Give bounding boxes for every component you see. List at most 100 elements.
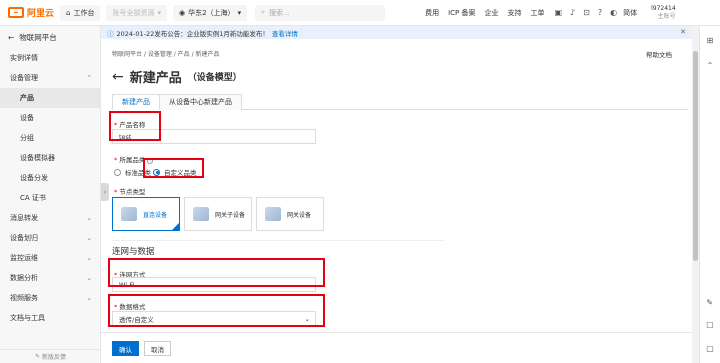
grid-icon[interactable]: ⊞ <box>707 36 714 45</box>
chevron-down-icon: ⌄ <box>86 214 92 222</box>
sidebar-item-label: 分组 <box>20 134 34 142</box>
cart-icon[interactable]: ⊡ <box>583 8 590 17</box>
sidebar-header[interactable]: ← 物联网平台 <box>0 26 100 48</box>
help-icon[interactable]: ? <box>598 8 602 17</box>
title-text: 新建产品 <box>129 71 182 86</box>
link-icp[interactable]: ICP 备案 <box>448 8 475 18</box>
workbench-button[interactable]: ⌂ 工作台 <box>60 4 101 21</box>
help-doc-link[interactable]: 帮助文档 <box>646 49 672 59</box>
top-icons: ▣ ♪ ⊡ ? ◐ <box>554 8 617 17</box>
chevron-down-icon: ⌄ <box>86 274 92 282</box>
chevron-up-icon: ⌃ <box>86 74 92 82</box>
chat-icon[interactable]: ▢ <box>706 344 714 353</box>
bell-icon[interactable]: ♪ <box>570 8 575 17</box>
sidebar-item-label: 消息转发 <box>10 214 38 222</box>
link-enterprise[interactable]: 企业 <box>484 8 498 18</box>
user-menu[interactable]: l972414 主账号 <box>651 5 676 21</box>
user-name: l972414 <box>651 4 676 12</box>
highlight-box-product-name <box>109 111 161 141</box>
node-type-gateway-child-label: 网关子设备 <box>215 211 246 219</box>
scrollbar-thumb[interactable] <box>693 51 698 261</box>
sidebar-item-0[interactable]: 实例详情 <box>0 48 100 68</box>
sidebar-item-7[interactable]: CA 证书 <box>0 188 100 208</box>
sidebar-item-5[interactable]: 设备模拟器 <box>0 148 100 168</box>
logo-icon <box>8 7 24 18</box>
sidebar-item-label: 设备管理 <box>10 74 38 82</box>
node-type-gateway-child[interactable]: 网关子设备 <box>184 197 252 231</box>
confirm-button[interactable]: 确认 <box>112 341 139 356</box>
search-box[interactable]: ⌕ 搜索... <box>255 4 386 21</box>
sidebar-item-label: 视频服务 <box>10 294 38 302</box>
section-divider <box>112 240 445 241</box>
region-selector[interactable]: ◉ 华东2（上海） ▾ <box>172 4 248 21</box>
account-selector[interactable]: 账号全部资源 ▾ <box>106 4 167 21</box>
right-toolbar-bottom: ✎ ☐ ▢ <box>706 298 714 363</box>
sidebar-item-label: 设备分发 <box>20 174 48 182</box>
tab-new-product[interactable]: 新建产品 <box>112 94 160 110</box>
sidebar-item-9[interactable]: 设备划归 ⌄ <box>0 228 100 248</box>
edit-icon[interactable]: ✎ <box>706 298 714 307</box>
sidebar-item-13[interactable]: 文档与工具 <box>0 308 100 328</box>
main-content: 物联网平台 / 设备管理 / 产品 / 新建产品 帮助文档 ← 新建产品 （设备… <box>101 39 692 363</box>
sidebar-item-11[interactable]: 数据分析 ⌄ <box>0 268 100 288</box>
language-switch[interactable]: 简体 <box>623 8 637 18</box>
aliyun-logo[interactable]: 阿里云 <box>8 6 54 19</box>
workbench-label: 工作台 <box>73 8 95 17</box>
sidebar-item-label: 设备模拟器 <box>20 154 55 162</box>
sidebar-item-2[interactable]: 产品 <box>0 88 100 108</box>
selected-corner-icon <box>172 223 179 230</box>
chevron-down-icon: ⌄ <box>86 234 92 242</box>
sidebar-item-8[interactable]: 消息转发 ⌄ <box>0 208 100 228</box>
notice-link[interactable]: 查看详情 <box>272 28 298 38</box>
close-icon[interactable]: ✕ <box>680 28 686 36</box>
category-label-text: 所属品类 <box>119 156 146 164</box>
gateway-child-icon <box>193 207 209 221</box>
back-arrow-icon[interactable]: ← <box>112 69 124 85</box>
form-footer: 确认 取消 <box>101 332 692 363</box>
feedback-link[interactable]: ✎ 新版反馈 <box>0 349 101 363</box>
sidebar: ← 物联网平台 实例详情设备管理 ⌃ 产品设备分组设备模拟器设备分发 CA 证书消息转… <box>0 26 101 363</box>
sidebar-list: 实例详情 设备管理 ⌃ 产品 设备 分组 设备模拟器 设备分发 CA 证书 消息转发 ⌄ 设备划归 ⌄ 监… <box>0 48 100 328</box>
info-icon: ⓘ <box>107 29 114 38</box>
home-icon: ⌂ <box>66 8 71 17</box>
page-title: ← 新建产品 （设备模型） <box>112 67 242 87</box>
chevron-down-icon: ▾ <box>237 8 242 17</box>
cancel-button[interactable]: 取消 <box>144 341 171 356</box>
link-support[interactable]: 支持 <box>507 8 521 18</box>
sidebar-item-10[interactable]: 监控运维 ⌄ <box>0 248 100 268</box>
sidebar-item-3[interactable]: 设备 <box>0 108 100 128</box>
tab-from-device-center[interactable]: 从设备中心新建产品 <box>159 94 242 110</box>
user-type: 主账号 <box>657 12 676 20</box>
chevron-up-icon[interactable]: ⌃ <box>707 61 714 70</box>
sidebar-item-label: 监控运维 <box>10 254 38 262</box>
sidebar-item-label: 数据分析 <box>10 274 38 282</box>
terminal-icon[interactable]: ▣ <box>554 8 562 17</box>
title-subtitle: （设备模型） <box>187 73 242 83</box>
highlight-box-custom-category <box>143 158 204 178</box>
feedback-icon[interactable]: ☐ <box>706 321 714 330</box>
node-type-direct-label: 直连设备 <box>143 211 168 219</box>
gateway-icon <box>265 207 281 221</box>
link-ticket[interactable]: 工单 <box>530 8 544 18</box>
node-type-gateway[interactable]: 网关设备 <box>256 197 324 231</box>
section-title: 连网与数据 <box>112 247 155 257</box>
top-bar: 阿里云 ⌂ 工作台 账号全部资源 ▾ ◉ 华东2（上海） ▾ ⌕ 搜索... 费… <box>0 0 720 26</box>
sidebar-item-label: 实例详情 <box>10 54 38 62</box>
sidebar-item-6[interactable]: 设备分发 <box>0 168 100 188</box>
sidebar-item-label: 设备 <box>20 114 34 122</box>
sidebar-item-label: 文档与工具 <box>10 314 45 322</box>
sidebar-item-12[interactable]: 视频服务 ⌄ <box>0 288 100 308</box>
region-label: 华东2（上海） <box>188 8 235 17</box>
sidebar-item-label: CA 证书 <box>20 194 46 202</box>
node-type-label-text: 节点类型 <box>119 188 146 196</box>
back-arrow-icon: ← <box>8 32 15 42</box>
node-type-label: * 节点类型 <box>114 188 146 196</box>
highlight-box-data-format <box>108 294 325 327</box>
sidebar-item-4[interactable]: 分组 <box>0 128 100 148</box>
location-icon: ◉ <box>178 8 186 17</box>
globe-icon[interactable]: ◐ <box>610 8 617 17</box>
node-type-direct[interactable]: 直连设备 <box>112 197 180 231</box>
sidebar-item-1[interactable]: 设备管理 ⌃ <box>0 68 100 88</box>
link-cost[interactable]: 费用 <box>425 8 439 18</box>
scrollbar[interactable] <box>692 26 699 363</box>
